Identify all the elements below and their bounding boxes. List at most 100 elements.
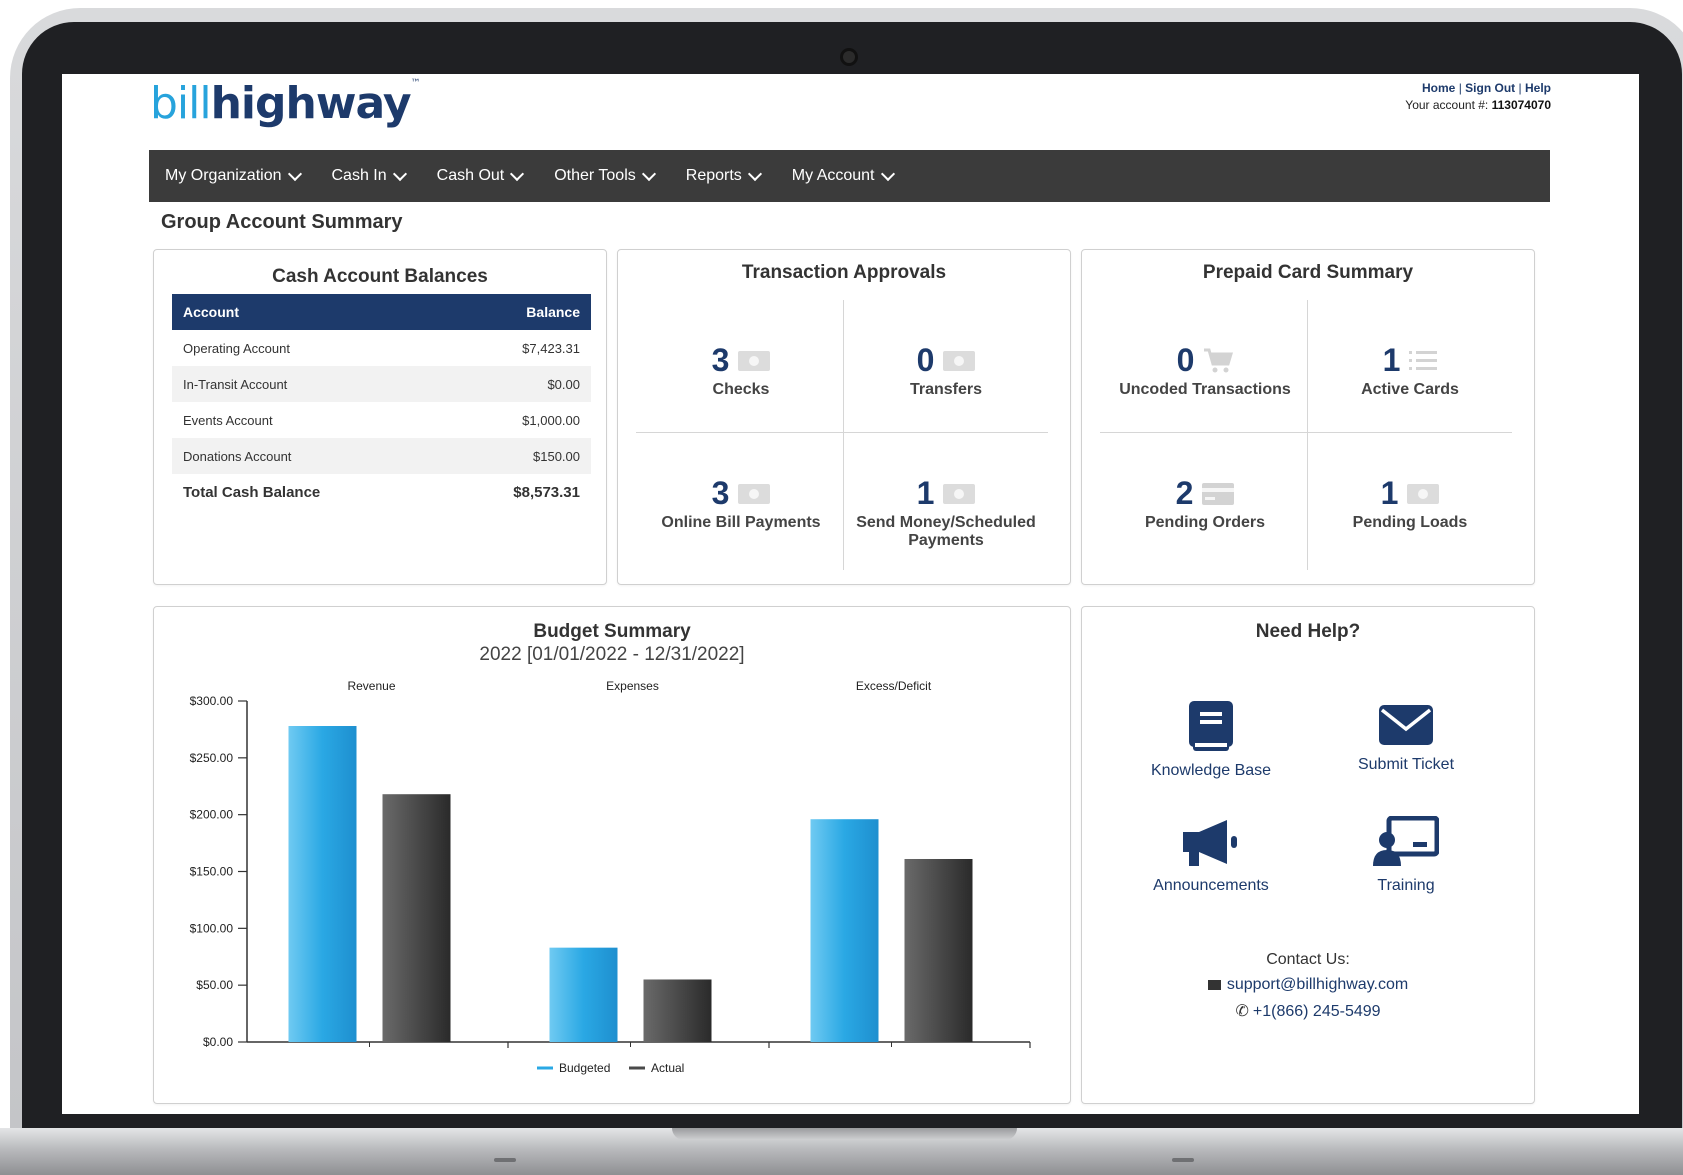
count: 0 — [1176, 342, 1195, 378]
nav-cash-out[interactable]: Cash Out — [421, 166, 539, 185]
budget-chart: $0.00 $50.00 $100.00 $150.00 $200.00 $250.00 $… — [190, 679, 1031, 1075]
transfers-tile[interactable]: 0 Transfers — [843, 342, 1049, 399]
tile-label: Pending Loads — [1352, 514, 1468, 531]
count: 0 — [916, 342, 935, 378]
account-name: Events Account — [183, 412, 273, 428]
account-name: Operating Account — [183, 340, 290, 356]
phone-icon: ✆ — [1235, 1003, 1249, 1020]
account-balance: $7,423.31 — [522, 340, 580, 356]
contact-us-label: Contact Us: — [1266, 951, 1350, 968]
nav-cash-in[interactable]: Cash In — [316, 166, 421, 185]
y-tick-label: $0.00 — [203, 1035, 233, 1049]
book-icon — [1189, 701, 1233, 751]
nav-reports[interactable]: Reports — [670, 166, 776, 185]
count: 2 — [1175, 475, 1194, 511]
column-header-balance: Balance — [441, 294, 591, 330]
nav-other-tools[interactable]: Other Tools — [538, 166, 670, 185]
divider — [636, 432, 1048, 433]
support-phone[interactable]: ✆ +1(866) 245-5499 — [1082, 1001, 1534, 1021]
table-row[interactable]: Donations Account $150.00 — [172, 438, 591, 474]
page-title: Group Account Summary — [161, 211, 403, 233]
help-link[interactable]: Help — [1525, 81, 1551, 95]
y-tick-label: $200.00 — [190, 808, 234, 822]
envelope-small-icon — [1207, 979, 1221, 990]
bar-actual — [643, 979, 712, 1042]
bar-budgeted — [288, 726, 357, 1042]
chevron-down-icon — [392, 166, 407, 181]
account-name: In-Transit Account — [172, 366, 442, 402]
table-row[interactable]: Events Account $1,000.00 — [172, 402, 591, 438]
tile-label: Online Bill Payments — [661, 514, 821, 531]
send-money-tile[interactable]: 1 Send Money/Scheduled Payments — [843, 475, 1049, 550]
total-label: Total Cash Balance — [183, 483, 321, 501]
y-tick-label: $300.00 — [190, 694, 234, 708]
total-row: Total Cash Balance $8,573.31 — [172, 474, 591, 510]
credit-card-icon — [1202, 482, 1235, 505]
money-icon — [943, 350, 976, 371]
account-balance: $150.00 — [441, 438, 591, 474]
list-icon — [1409, 350, 1438, 370]
bar-budgeted — [549, 947, 618, 1042]
pending-orders-tile[interactable]: 2 Pending Orders — [1102, 475, 1308, 532]
chevron-down-icon — [510, 166, 525, 181]
budget-summary-panel: Budget Summary 2022 [01/01/2022 - 12/31/… — [153, 606, 1071, 1104]
chevron-down-icon — [287, 166, 302, 181]
need-help-panel: Need Help? Knowledge Base Submit Ticket … — [1081, 606, 1535, 1104]
panel-title: Cash Account Balances — [272, 266, 488, 287]
help-label: Submit Ticket — [1357, 756, 1455, 773]
money-icon — [738, 483, 771, 504]
support-email[interactable]: support@billhighway.com — [1082, 976, 1534, 994]
y-tick-label: $100.00 — [190, 921, 234, 935]
envelope-icon — [1379, 705, 1433, 745]
training-icon — [1373, 815, 1440, 866]
category-label: Revenue — [347, 679, 395, 693]
category-label: Excess/Deficit — [856, 679, 932, 693]
separator: | — [1518, 81, 1522, 95]
legend-label: Budgeted — [559, 1061, 610, 1075]
panel-title: Need Help? — [1255, 621, 1361, 642]
cash-table: Account Balance Operating Account $7,423… — [172, 294, 591, 510]
logo: billhighway™ — [150, 78, 421, 129]
uncoded-transactions-tile[interactable]: 0 Uncoded Transactions — [1102, 342, 1308, 399]
sign-out-link[interactable]: Sign Out — [1465, 81, 1515, 95]
table-row[interactable]: Operating Account $7,423.31 — [172, 330, 591, 366]
tile-label: Send Money/Scheduled Payments — [856, 514, 1036, 549]
category-label: Expenses — [606, 679, 659, 693]
count: 1 — [1380, 475, 1399, 511]
money-icon — [1407, 483, 1440, 504]
screen: billhighway™ Home | Sign Out | Help Your… — [62, 74, 1639, 1114]
knowledge-base-link[interactable]: Knowledge Base — [1121, 701, 1301, 780]
checks-tile[interactable]: 3 Checks — [638, 342, 844, 399]
submit-ticket-link[interactable]: Submit Ticket — [1316, 705, 1496, 774]
home-link[interactable]: Home — [1422, 81, 1455, 95]
table-header: Account Balance — [172, 294, 591, 330]
legend-label: Actual — [651, 1061, 684, 1075]
chevron-down-icon — [747, 166, 762, 181]
laptop-foot — [494, 1158, 516, 1162]
chevron-down-icon — [880, 166, 895, 181]
active-cards-tile[interactable]: 1 Active Cards — [1307, 342, 1513, 399]
main-nav: My Organization Cash In Cash Out Other T… — [149, 150, 1550, 202]
panel-title: Transaction Approvals — [741, 262, 947, 283]
announcements-link[interactable]: Announcements — [1121, 818, 1301, 895]
transaction-approvals-panel: Transaction Approvals 3 Checks 0 Transfe… — [617, 249, 1071, 585]
separator: | — [1458, 81, 1462, 95]
bar-actual — [382, 794, 451, 1042]
laptop-foot — [1172, 1158, 1194, 1162]
prepaid-card-panel: Prepaid Card Summary 0 Uncoded Transacti… — [1081, 249, 1535, 585]
pending-loads-tile[interactable]: 1 Pending Loads — [1307, 475, 1513, 532]
money-icon — [738, 350, 771, 371]
online-bill-payments-tile[interactable]: 3 Online Bill Payments — [638, 475, 844, 532]
tile-label: Checks — [712, 381, 770, 398]
training-link[interactable]: Training — [1316, 815, 1496, 895]
tile-label: Uncoded Transactions — [1119, 381, 1291, 398]
table-row[interactable]: In-Transit Account $0.00 — [172, 366, 591, 402]
nav-my-account[interactable]: My Account — [776, 166, 909, 185]
cart-icon — [1204, 348, 1234, 372]
bar-budgeted — [810, 819, 879, 1042]
help-label: Announcements — [1153, 877, 1269, 894]
panel-title: Prepaid Card Summary — [1202, 262, 1414, 283]
account-balance: $1,000.00 — [522, 412, 580, 428]
megaphone-icon — [1183, 820, 1237, 866]
nav-my-organization[interactable]: My Organization — [149, 166, 316, 185]
